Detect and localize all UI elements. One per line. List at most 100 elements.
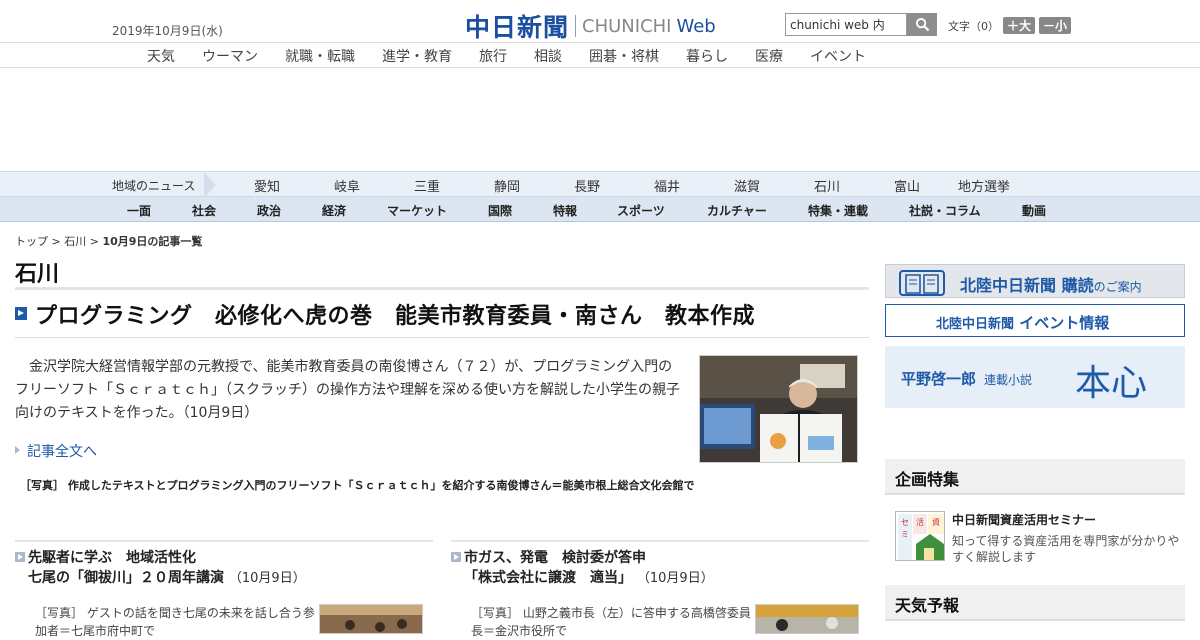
event-info-banner[interactable]: 北陸中日新聞 イベント情報 bbox=[885, 304, 1185, 337]
title-divider bbox=[15, 287, 869, 290]
nav-item-medical[interactable]: 医療 bbox=[755, 46, 783, 66]
serial-novel-banner[interactable]: 平野啓一郎 連載小説 本心 bbox=[885, 346, 1185, 408]
breadcrumb-top[interactable]: トップ bbox=[15, 235, 48, 248]
font-size-label: 文字（0） bbox=[948, 19, 999, 33]
svg-text:活: 活 bbox=[916, 517, 924, 527]
novel-author-name: 平野啓一郎 bbox=[901, 370, 977, 388]
cat-society[interactable]: 社会 bbox=[192, 202, 216, 219]
region-gifu[interactable]: 岐阜 bbox=[334, 176, 360, 195]
seminar-icon[interactable]: セ ミ 活 資 bbox=[895, 511, 945, 561]
region-mie[interactable]: 三重 bbox=[414, 176, 440, 195]
nav-item-living[interactable]: 暮らし bbox=[686, 46, 728, 66]
event-banner-text: 北陸中日新聞 イベント情報 bbox=[936, 312, 1109, 333]
house-icon: セ ミ 活 資 bbox=[896, 512, 944, 560]
novel-author: 平野啓一郎 連載小説 bbox=[901, 368, 1032, 389]
nav-item-advice[interactable]: 相談 bbox=[534, 46, 562, 66]
newspaper-icon bbox=[899, 270, 945, 296]
read-more-label: 記事全文へ bbox=[27, 444, 97, 460]
sub-article-caption: ［写真］ 山野之義市長（左）に答申する高橋啓委員長＝金沢市役所で bbox=[471, 606, 751, 638]
read-more-link[interactable]: 記事全文へ bbox=[15, 441, 97, 461]
sub-article-date: （10月9日） bbox=[228, 571, 306, 586]
main-nav: 天気 ウーマン 就職・転職 進学・教育 旅行 相談 囲碁・将棋 暮らし 医療 イ… bbox=[0, 42, 1200, 68]
logo-japanese: 中日新聞 bbox=[465, 13, 570, 42]
svg-text:資: 資 bbox=[932, 517, 940, 527]
region-fukui[interactable]: 福井 bbox=[654, 176, 680, 195]
region-ishikawa[interactable]: 石川 bbox=[814, 176, 840, 195]
lead-body: 金沢学院大経営情報学部の元教授で、能美市教育委員の南俊博さん（７２）が、プログラ… bbox=[15, 359, 680, 421]
font-smaller-button[interactable]: －小 bbox=[1039, 17, 1072, 34]
nav-item-jobs[interactable]: 就職・転職 bbox=[285, 46, 355, 66]
cat-international[interactable]: 国際 bbox=[488, 202, 512, 219]
nav-item-education[interactable]: 進学・教育 bbox=[382, 46, 452, 66]
logo-english: CHUNICHI bbox=[582, 15, 672, 37]
cat-video[interactable]: 動画 bbox=[1022, 202, 1046, 219]
lead-headline[interactable]: プログラミング 必修化へ虎の巻 能美市教育委員・南さん 教本作成 bbox=[35, 298, 755, 330]
site-logo[interactable]: 中日新聞 CHUNICHI Web bbox=[465, 8, 716, 44]
novel-title: 本心 bbox=[1075, 363, 1148, 404]
event-banner-paper: 北陸中日新聞 bbox=[936, 317, 1015, 332]
triangle-right-icon bbox=[15, 552, 25, 562]
region-toyama[interactable]: 富山 bbox=[894, 176, 920, 195]
region-nav-label: 地域のニュース bbox=[112, 179, 196, 193]
top-bar: 2019年10月9日(水) 中日新聞 CHUNICHI Web 文字（0） ＋大… bbox=[0, 0, 1200, 42]
cat-politics[interactable]: 政治 bbox=[257, 202, 281, 219]
region-shizuoka[interactable]: 静岡 bbox=[494, 176, 520, 195]
triangle-right-icon bbox=[451, 552, 461, 562]
region-shiga[interactable]: 滋賀 bbox=[734, 176, 760, 195]
cat-sports[interactable]: スポーツ bbox=[617, 202, 665, 219]
subscription-main: 北陸中日新聞 購読 bbox=[960, 276, 1094, 295]
nav-item-travel[interactable]: 旅行 bbox=[479, 46, 507, 66]
cat-market[interactable]: マーケット bbox=[387, 202, 447, 219]
search-button[interactable] bbox=[907, 13, 937, 36]
sub-article-title[interactable]: 先駆者に学ぶ 地域活性化 七尾の「御祓川」２０周年講演 （10月9日） bbox=[28, 548, 306, 589]
cat-economy[interactable]: 経済 bbox=[322, 202, 346, 219]
logo-divider bbox=[575, 15, 577, 37]
weather-section-title: 天気予報 bbox=[895, 596, 960, 615]
breadcrumb-region[interactable]: 石川 bbox=[64, 235, 86, 248]
cat-features[interactable]: 特集・連載 bbox=[808, 202, 868, 219]
event-banner-label: イベント情報 bbox=[1019, 314, 1110, 332]
lead-photo-caption: ［写真］ 作成したテキストとプログラミング入門のフリーソフト「Ｓｃｒａｔｃｈ」を… bbox=[20, 479, 695, 492]
breadcrumb: トップ > 石川 > 10月9日の記事一覧 bbox=[15, 233, 202, 249]
weather-section-header: 天気予報 bbox=[885, 585, 1185, 621]
region-arrow bbox=[204, 172, 216, 198]
nav-item-woman[interactable]: ウーマン bbox=[202, 46, 258, 66]
cat-culture[interactable]: カルチャー bbox=[707, 202, 767, 219]
headline-arrow-icon bbox=[15, 307, 27, 320]
nav-item-go-shogi[interactable]: 囲碁・将棋 bbox=[589, 46, 659, 66]
seminar-title[interactable]: 中日新聞資産活用セミナー bbox=[952, 511, 1096, 528]
cat-editorials[interactable]: 社説・コラム bbox=[909, 202, 981, 219]
ad-space bbox=[0, 69, 1200, 171]
lead-photo[interactable] bbox=[699, 355, 858, 463]
sub-title-line2: 「株式会社に譲渡 適当」 bbox=[464, 570, 632, 586]
subscription-banner-text: 北陸中日新聞 購読のご案内 bbox=[960, 272, 1142, 296]
feature-section-header: 企画特集 bbox=[885, 459, 1185, 495]
nav-item-weather[interactable]: 天気 bbox=[147, 46, 175, 66]
cat-front[interactable]: 一面 bbox=[127, 202, 151, 219]
sub-title-line1: 市ガス、発電 検討委が答申 bbox=[464, 550, 646, 566]
current-date: 2019年10月9日(水) bbox=[112, 24, 223, 38]
search-input[interactable] bbox=[785, 13, 907, 36]
svg-text:セ: セ bbox=[901, 518, 909, 527]
region-nagano[interactable]: 長野 bbox=[574, 176, 600, 195]
subscription-banner[interactable]: 北陸中日新聞 購読のご案内 bbox=[885, 264, 1185, 298]
headline-divider bbox=[15, 337, 869, 338]
region-elections[interactable]: 地方選挙 bbox=[958, 176, 1010, 195]
font-bigger-button[interactable]: ＋大 bbox=[1003, 17, 1036, 34]
feature-section-title: 企画特集 bbox=[895, 470, 960, 489]
subscription-small: のご案内 bbox=[1093, 280, 1142, 294]
sub-article-title[interactable]: 市ガス、発電 検討委が答申 「株式会社に譲渡 適当」 （10月9日） bbox=[464, 548, 714, 589]
lead-photo-image bbox=[700, 356, 857, 462]
breadcrumb-current: 10月9日の記事一覧 bbox=[102, 235, 203, 248]
breadcrumb-sep: > bbox=[86, 235, 103, 248]
sub-divider bbox=[451, 540, 869, 542]
region-aichi[interactable]: 愛知 bbox=[254, 176, 280, 195]
sub-article-date: （10月9日） bbox=[636, 571, 714, 586]
cat-special-report[interactable]: 特報 bbox=[553, 202, 577, 219]
nav-item-events[interactable]: イベント bbox=[810, 46, 866, 66]
search-box bbox=[785, 13, 937, 36]
seminar-description: 知って得する資産活用を専門家が分かりやすく解説します bbox=[952, 534, 1180, 564]
region-nav: 地域のニュース 愛知 岐阜 三重 静岡 長野 福井 滋賀 石川 富山 地方選挙 bbox=[0, 171, 1200, 198]
logo-web: Web bbox=[676, 15, 716, 37]
novel-kind: 連載小説 bbox=[984, 373, 1033, 387]
